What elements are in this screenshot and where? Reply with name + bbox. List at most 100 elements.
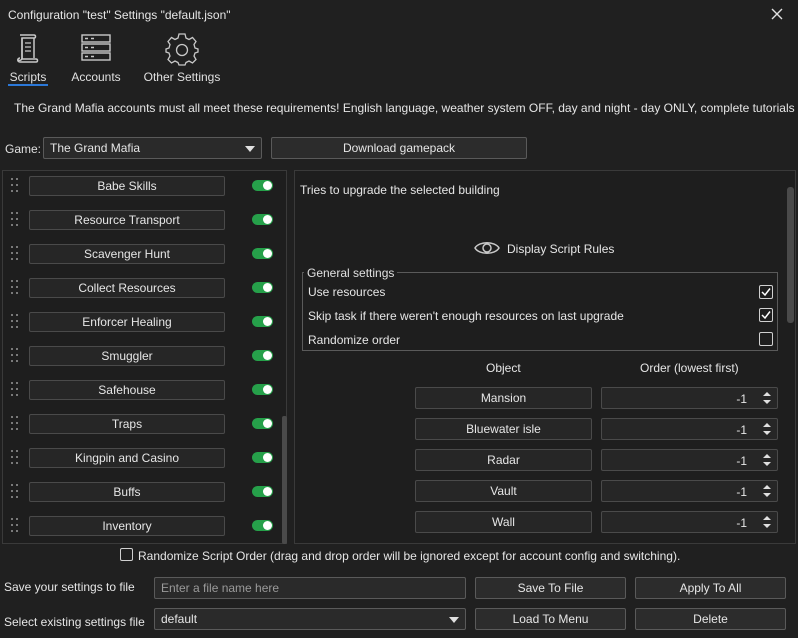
drag-handle-icon[interactable] <box>11 212 19 228</box>
drag-handle-icon[interactable] <box>11 314 19 330</box>
drag-handle-icon[interactable] <box>11 484 19 500</box>
option-randomize-order-label: Randomize order <box>308 333 401 347</box>
drag-handle-icon[interactable] <box>11 518 19 534</box>
tab-other-settings[interactable]: Other Settings <box>140 30 224 86</box>
game-select[interactable]: The Grand Mafia <box>43 137 262 159</box>
object-button[interactable]: Radar <box>415 449 592 471</box>
save-to-file-button[interactable]: Save To File <box>475 577 626 599</box>
script-row[interactable]: Collect Resources <box>3 277 281 299</box>
script-row[interactable]: Enforcer Healing <box>3 311 281 333</box>
tab-label: Other Settings <box>143 70 221 84</box>
column-object-header: Object <box>486 361 521 375</box>
download-gamepack-button[interactable]: Download gamepack <box>271 137 527 159</box>
script-enabled-toggle[interactable] <box>252 282 273 293</box>
script-enabled-toggle[interactable] <box>252 486 273 497</box>
spin-arrows-icon[interactable] <box>761 483 773 499</box>
script-name-button[interactable]: Kingpin and Casino <box>29 448 225 468</box>
script-list-scrollbar[interactable] <box>282 416 287 544</box>
script-row[interactable]: Buffs <box>3 481 281 503</box>
script-row[interactable]: Traps <box>3 413 281 435</box>
spin-arrows-icon[interactable] <box>761 421 773 437</box>
order-spinbox[interactable]: -1 <box>601 387 778 409</box>
close-icon[interactable] <box>768 5 786 23</box>
script-enabled-toggle[interactable] <box>252 418 273 429</box>
script-row[interactable]: Scavenger Hunt <box>3 243 281 265</box>
tab-accounts[interactable]: Accounts <box>66 30 126 86</box>
script-name-button[interactable]: Scavenger Hunt <box>29 244 225 264</box>
apply-to-all-button[interactable]: Apply To All <box>635 577 786 599</box>
rules-label: Display Script Rules <box>507 242 615 256</box>
script-name-button[interactable]: Traps <box>29 414 225 434</box>
drag-handle-icon[interactable] <box>11 416 19 432</box>
order-value: -1 <box>736 516 747 530</box>
script-enabled-toggle[interactable] <box>252 316 273 327</box>
script-name-button[interactable]: Inventory <box>29 516 225 536</box>
script-name-button[interactable]: Safehouse <box>29 380 225 400</box>
requirements-notice: The Grand Mafia accounts must all meet t… <box>14 101 795 115</box>
script-enabled-toggle[interactable] <box>252 350 273 361</box>
script-enabled-toggle[interactable] <box>252 452 273 463</box>
script-row[interactable]: Smuggler <box>3 345 281 367</box>
drag-handle-icon[interactable] <box>11 178 19 194</box>
drag-handle-icon[interactable] <box>11 450 19 466</box>
object-button[interactable]: Vault <box>415 480 592 502</box>
chevron-down-icon <box>449 617 459 623</box>
order-spinbox[interactable]: -1 <box>601 480 778 502</box>
drag-handle-icon[interactable] <box>11 246 19 262</box>
drag-handle-icon[interactable] <box>11 348 19 364</box>
scroll-icon <box>14 32 42 67</box>
top-tabs: Scripts Accounts Other Settings <box>0 30 798 86</box>
option-skip-task-label: Skip task if there weren't enough resour… <box>308 309 624 323</box>
load-to-menu-button[interactable]: Load To Menu <box>475 608 626 630</box>
drag-handle-icon[interactable] <box>11 280 19 296</box>
object-button[interactable]: Mansion <box>415 387 592 409</box>
script-row[interactable]: Babe Skills <box>3 175 281 197</box>
script-description: Tries to upgrade the selected building <box>300 183 500 197</box>
script-row[interactable]: Inventory <box>3 515 281 537</box>
settings-file-select[interactable]: default <box>154 608 466 630</box>
game-label: Game: <box>5 142 42 156</box>
script-enabled-toggle[interactable] <box>252 520 273 531</box>
drag-handle-icon[interactable] <box>11 382 19 398</box>
skip-task-checkbox[interactable] <box>759 308 773 322</box>
script-row[interactable]: Safehouse <box>3 379 281 401</box>
randomize-order-checkbox[interactable] <box>759 332 773 346</box>
chevron-down-icon <box>245 146 255 152</box>
script-name-button[interactable]: Babe Skills <box>29 176 225 196</box>
order-spinbox[interactable]: -1 <box>601 449 778 471</box>
tab-scripts[interactable]: Scripts <box>4 30 52 86</box>
order-spinbox[interactable]: -1 <box>601 511 778 533</box>
script-name-button[interactable]: Resource Transport <box>29 210 225 230</box>
file-name-input[interactable] <box>154 577 466 599</box>
settings-file-value: default <box>161 612 198 626</box>
script-row[interactable]: Kingpin and Casino <box>3 447 281 469</box>
window-title: Configuration "test" Settings "default.j… <box>8 8 231 22</box>
object-button[interactable]: Wall <box>415 511 592 533</box>
script-enabled-toggle[interactable] <box>252 214 273 225</box>
general-settings-title: General settings <box>304 266 398 280</box>
script-enabled-toggle[interactable] <box>252 180 273 191</box>
script-enabled-toggle[interactable] <box>252 384 273 395</box>
script-name-button[interactable]: Collect Resources <box>29 278 225 298</box>
tab-label: Scripts <box>9 70 47 84</box>
use-resources-checkbox[interactable] <box>759 285 773 299</box>
script-enabled-toggle[interactable] <box>252 248 273 259</box>
spin-arrows-icon[interactable] <box>761 390 773 406</box>
object-button[interactable]: Bluewater isle <box>415 418 592 440</box>
randomize-script-order-checkbox[interactable] <box>120 548 133 561</box>
order-spinbox[interactable]: -1 <box>601 418 778 440</box>
script-name-button[interactable]: Buffs <box>29 482 225 502</box>
spin-arrows-icon[interactable] <box>761 452 773 468</box>
game-select-value: The Grand Mafia <box>50 141 141 155</box>
delete-button[interactable]: Delete <box>635 608 786 630</box>
script-row[interactable]: Resource Transport <box>3 209 281 231</box>
order-value: -1 <box>736 423 747 437</box>
save-settings-label: Save your settings to file <box>4 580 135 594</box>
script-name-button[interactable]: Enforcer Healing <box>29 312 225 332</box>
order-value: -1 <box>736 485 747 499</box>
script-name-button[interactable]: Smuggler <box>29 346 225 366</box>
select-settings-file-label: Select existing settings file <box>4 615 145 629</box>
tab-label: Accounts <box>71 70 121 84</box>
detail-scrollbar[interactable] <box>787 187 794 323</box>
spin-arrows-icon[interactable] <box>761 514 773 530</box>
